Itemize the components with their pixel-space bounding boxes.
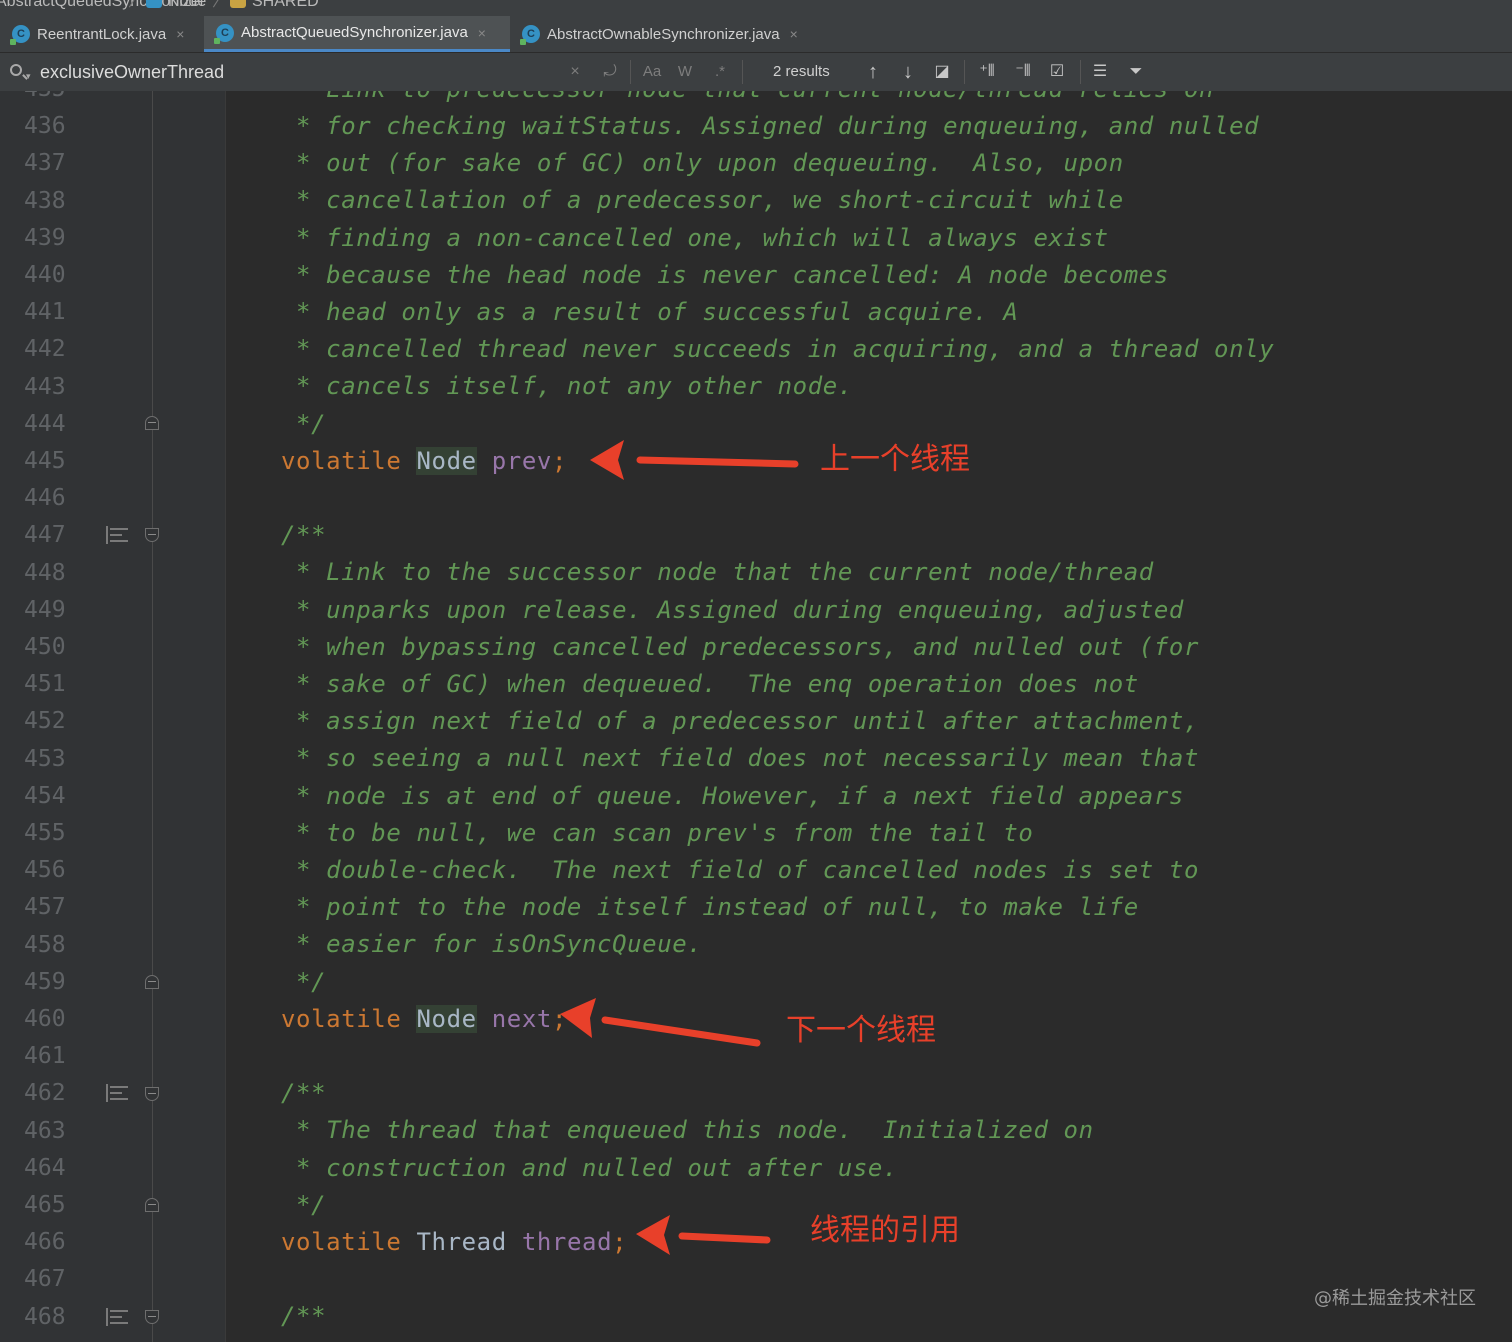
- annotation-thread: 线程的引用: [810, 1213, 960, 1248]
- ide-window: AbstractQueuedSynchronizer 〉 Node 〉 SHAR…: [0, 0, 1512, 1342]
- arrow-next-icon: [560, 998, 761, 1047]
- annotation-next: 下一个线程: [786, 1013, 936, 1048]
- watermark: @稀土掘金技术社区: [1314, 1288, 1476, 1309]
- annotation-prev: 上一个线程: [820, 442, 970, 477]
- arrow-thread-icon: [636, 1215, 771, 1255]
- annotation-arrows: [560, 440, 799, 1255]
- arrow-prev-icon: [590, 440, 799, 480]
